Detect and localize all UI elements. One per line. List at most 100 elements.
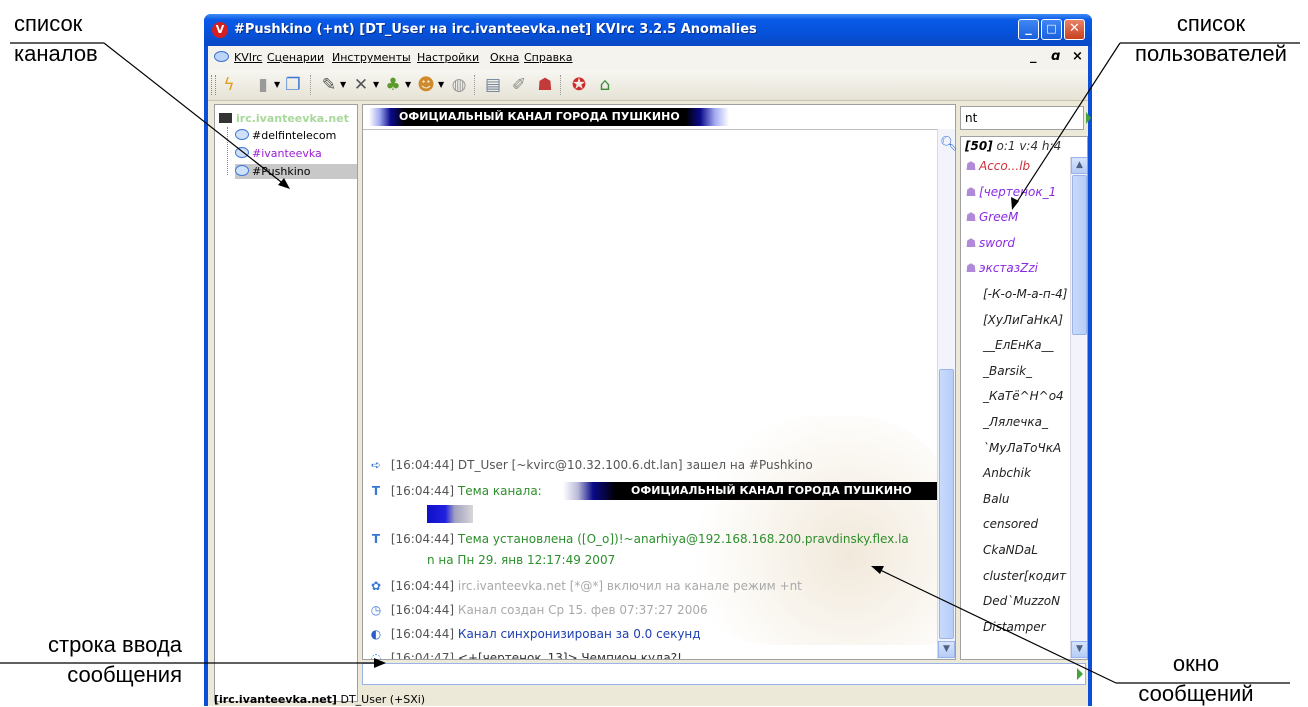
mdi-close-button[interactable]: × [1072,49,1083,64]
topic-bar[interactable]: ОФИЦИАЛЬНЫЙ КАНАЛ ГОРОДА ПУШКИНО [363,105,955,130]
chat-scrollbar[interactable]: ▼ [937,129,955,659]
input-arrow-icon[interactable] [1077,668,1083,680]
userlist-scrollbar[interactable]: ▲ ▼ [1070,157,1087,659]
user-list[interactable]: [50] o:1 v:4 h:4 ☗ Acco...lb ☗ [чертенок_1 ☗… [960,136,1088,660]
user-nick: _Barsik_ [983,363,1033,378]
menu-kvirc[interactable]: KVIrc [234,51,262,64]
user-nick: `МуЛаТоЧкА [983,440,1062,455]
mask-arrow-icon[interactable] [1086,112,1091,124]
channel-item-ivanteevka[interactable]: #ivanteevka [235,146,326,161]
menu-tools[interactable]: Инструменты [332,51,411,64]
userlist-item[interactable]: __ЕлЕнКа__ [983,338,1054,352]
channel-item-pushkino[interactable]: #Pushkino [235,164,357,179]
message-input-bar[interactable] [362,663,1086,685]
user-icon[interactable]: ☻ [415,74,437,96]
mdi-minimize-button[interactable]: _ [1030,49,1037,64]
chat-scrollbar-thumb[interactable] [939,369,954,639]
clock-icon: ◷ [370,603,382,617]
people-icon[interactable]: ☗ [534,74,556,96]
dropdown-arrow-icon[interactable]: ▼ [373,80,379,89]
userlist-mask-box[interactable] [960,106,1084,130]
scroll-down-button[interactable]: ▼ [1071,641,1087,658]
user-nick: _КаТё^Н^о4 [983,389,1064,404]
menu-windows[interactable]: Окна [490,51,519,64]
callout-line: список [14,11,83,36]
join-icon: ➪ [370,458,382,472]
message-topic-banner: ОФИЦИАЛЬНЫЙ КАНАЛ ГОРОДА ПУШКИНО [563,482,939,500]
joystick-icon[interactable]: ♣ [382,74,404,96]
server-icon[interactable]: ▮ [252,74,274,96]
mdi-restore-button[interactable]: ɑ [1051,49,1060,64]
userlist-item[interactable]: ☗ sword [965,236,1015,250]
userlist-item[interactable]: Ded`MuzzoN [983,594,1060,608]
title-bar[interactable]: V #Pushkino (+nt) [DT_User на irc.ivante… [204,14,1092,46]
dropdown-arrow-icon[interactable]: ▼ [274,80,280,89]
channel-label: #delfintelecom [252,129,337,142]
user-nick: Distamper [983,619,1046,634]
message-window[interactable]: ОФИЦИАЛЬНЫЙ КАНАЛ ГОРОДА ПУШКИНО ➪ [16:0… [362,104,956,660]
callout-line: каналов [14,41,98,66]
userlist-item[interactable]: Anbchik [983,466,1031,480]
userlist-item[interactable]: [-К-о-М-а-п-4] [983,287,1067,301]
user-nick: [-К-о-М-а-п-4] [983,287,1068,301]
topic-icon: T [371,532,381,546]
message-text: DT_User [~kvirc@10.32.100.6.dt.lan] заше… [457,458,813,472]
message-input[interactable] [363,664,1075,684]
userlist-item[interactable]: `МуЛаТоЧкА [983,441,1061,455]
userlist-item[interactable]: ☗ [чертенок_1 [965,184,1057,199]
globe-icon[interactable]: ◍ [448,74,470,96]
message-time: [16:04:44] [390,484,455,498]
minimize-button[interactable]: _ [1018,19,1039,40]
userlist-mask-input[interactable] [961,107,1083,129]
userlist-item[interactable]: [XуЛиГаНкА] [983,313,1063,327]
userlist-item[interactable]: cluster[кодит [983,569,1066,583]
userlist-item[interactable]: censored [983,517,1038,531]
server-name: irc.ivanteevka.net [236,112,349,125]
menu-help[interactable]: Справка [524,51,572,64]
userlist-item[interactable]: ☗ Acco...lb [965,159,1031,173]
window-title: #Pushkino (+nt) [DT_User на irc.ivanteev… [234,22,757,37]
kvirc-menu-icon[interactable] [214,51,229,62]
kvirc-logo-icon[interactable]: V [212,22,228,38]
dropdown-arrow-icon[interactable]: ▼ [340,80,346,89]
server-icon [219,113,232,123]
settings-icon[interactable]: ✕ [350,74,372,96]
scroll-up-button[interactable]: ▲ [1071,157,1087,174]
menu-settings[interactable]: Настройки [417,51,479,64]
home-icon[interactable]: ⌂ [594,74,616,96]
edit-icon[interactable]: ✐ [508,74,530,96]
scroll-down-button[interactable]: ▼ [938,641,955,658]
list-icon[interactable]: ▤ [482,74,504,96]
userlist-count: [50] [965,139,993,153]
chat-message: ✿ [16:04:44] irc.ivanteevka.net [*@*] вк… [369,579,802,593]
menu-scripts[interactable]: Сценарии [267,51,324,64]
userlist-item[interactable]: Distamper [983,620,1046,634]
userlist-item[interactable]: _Лялечка_ [983,415,1048,429]
tree-server-item[interactable]: irc.ivanteevka.net [219,112,349,125]
userlist-scrollbar-thumb[interactable] [1072,175,1087,335]
userlist-item[interactable]: ☗ GreeM [965,210,1019,224]
user-nick: Anbchik [983,466,1031,481]
userlist-item[interactable]: Balu [983,492,1010,506]
search-icon[interactable]: 🔍︎ [940,136,958,152]
dropdown-arrow-icon[interactable]: ▼ [405,80,411,89]
chat-message: ➪ [16:04:44] DT_User [~kvirc@10.32.100.6… [369,458,813,472]
tools-icon[interactable]: ✎ [318,74,340,96]
close-button[interactable]: ✕ [1064,19,1085,40]
chat-message: T [16:04:44] Тема канала: [369,484,542,498]
callout-user-list: список пользователей [1118,12,1304,66]
dropdown-arrow-icon[interactable]: ▼ [438,80,444,89]
chat-message: T [16:04:44] Тема установлена ([O_o])!~a… [369,532,909,546]
channel-item-delfintelecom[interactable]: #delfintelecom [235,128,340,143]
toolbar-grip[interactable] [211,75,216,95]
userlist-item[interactable]: CkaNDaL [983,543,1038,557]
user-nick: [чертенок_1 [979,184,1057,199]
userlist-item[interactable]: _Barsik_ [983,364,1032,378]
userlist-item[interactable]: _КаТё^Н^о4 [983,389,1064,403]
connect-icon[interactable]: ϟ [218,74,240,96]
maximize-button[interactable]: □ [1041,19,1062,40]
userlist-item[interactable]: ☗ экстазZzi [965,261,1038,275]
user-nick: sword [979,235,1015,250]
window-icon[interactable]: ❐ [282,74,304,96]
help-icon[interactable]: ✪ [568,74,590,96]
